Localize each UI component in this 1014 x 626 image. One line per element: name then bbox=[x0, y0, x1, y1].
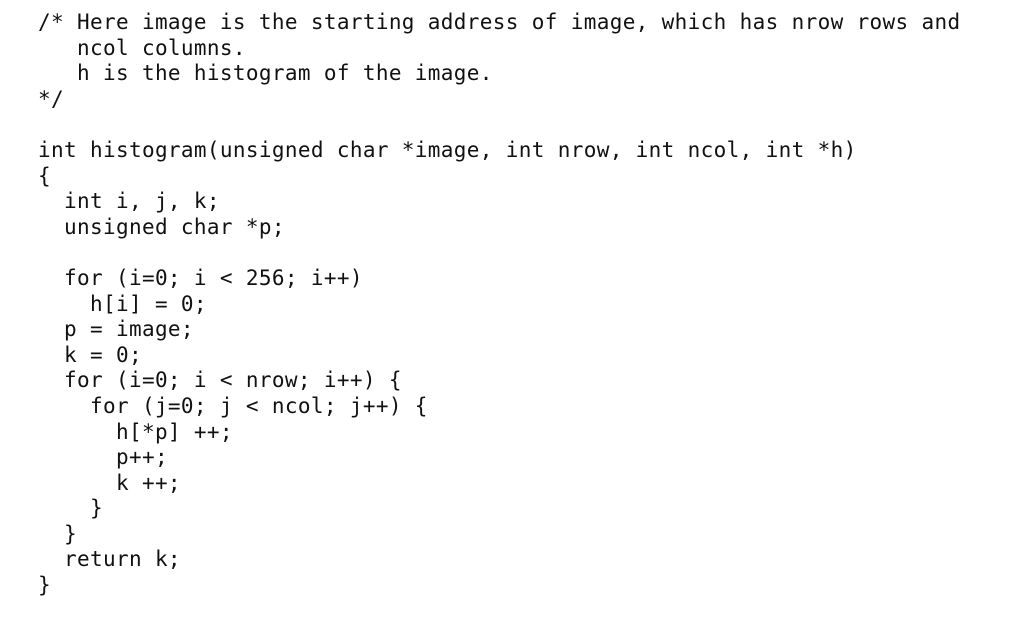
comment-line: h is the histogram of the image. bbox=[38, 61, 493, 86]
close-brace-line: } bbox=[38, 573, 51, 598]
declaration-line: int i, j, k; bbox=[38, 189, 220, 214]
code-line: p++; bbox=[38, 445, 168, 470]
comment-line: ncol columns. bbox=[38, 35, 246, 60]
code-listing: /* Here image is the starting address of… bbox=[38, 10, 961, 599]
comment-end-line: */ bbox=[38, 86, 64, 111]
open-brace-line: { bbox=[38, 163, 51, 188]
declaration-line: unsigned char *p; bbox=[38, 214, 285, 239]
comment-line: /* Here image is the starting address of… bbox=[38, 10, 961, 34]
code-line: k = 0; bbox=[38, 342, 142, 367]
function-signature-line: int histogram(unsigned char *image, int … bbox=[38, 137, 857, 162]
code-line: k ++; bbox=[38, 470, 181, 495]
code-line: h[i] = 0; bbox=[38, 291, 207, 316]
code-line: for (i=0; i < nrow; i++) { bbox=[38, 368, 402, 393]
code-line: h[*p] ++; bbox=[38, 419, 233, 444]
close-brace-line: } bbox=[38, 496, 103, 521]
code-line: for (j=0; j < ncol; j++) { bbox=[38, 393, 428, 418]
code-line: for (i=0; i < 256; i++) bbox=[38, 265, 363, 290]
code-line: p = image; bbox=[38, 317, 194, 342]
close-brace-line: } bbox=[38, 521, 77, 546]
return-line: return k; bbox=[38, 547, 181, 572]
